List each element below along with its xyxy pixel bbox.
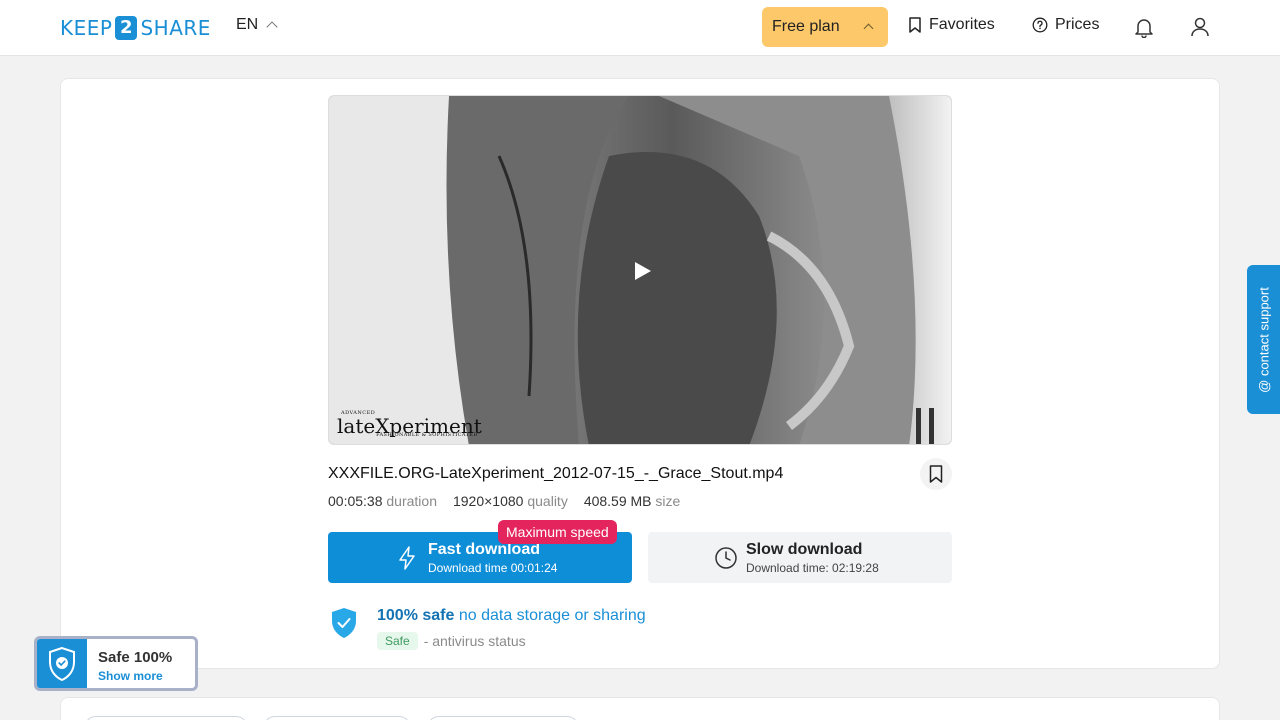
safe-status-badge: Safe bbox=[377, 632, 418, 650]
prices-label: Prices bbox=[1055, 16, 1100, 33]
site-logo[interactable]: KEEP 2 SHARE bbox=[60, 16, 211, 40]
favorites-link[interactable]: Favorites bbox=[908, 16, 995, 34]
clock-icon bbox=[715, 547, 737, 569]
notifications-button[interactable] bbox=[1131, 14, 1157, 40]
safety-title-bold: 100% safe bbox=[377, 607, 455, 624]
slow-download-button[interactable]: Slow download Download time: 02:19:28 bbox=[648, 532, 952, 583]
contact-support-tab[interactable]: @ contact support bbox=[1247, 265, 1280, 414]
language-selector[interactable]: EN bbox=[236, 16, 278, 34]
lightning-icon bbox=[399, 546, 415, 570]
top-header: KEEP 2 SHARE EN Free plan Favorites Prices bbox=[0, 0, 1280, 56]
plan-dropdown-button[interactable]: Free plan bbox=[762, 7, 888, 47]
safe-badge-widget[interactable]: Safe 100% Show more bbox=[34, 636, 198, 691]
favorites-label: Favorites bbox=[929, 16, 995, 33]
slow-download-title: Slow download bbox=[746, 541, 863, 558]
watermark-small: ADVANCED bbox=[341, 410, 376, 416]
user-icon bbox=[1191, 17, 1209, 37]
file-duration: 00:05:38 duration bbox=[328, 493, 437, 509]
help-circle-icon bbox=[1032, 17, 1048, 33]
tab-pill[interactable] bbox=[84, 716, 248, 720]
quality-value: 1920×1080 bbox=[452, 493, 524, 509]
logo-text-left: KEEP bbox=[60, 16, 113, 40]
duration-value: 00:05:38 bbox=[328, 493, 383, 509]
chevron-up-icon bbox=[863, 23, 874, 34]
language-label: EN bbox=[236, 16, 259, 33]
safety-title: 100% safe no data storage or sharing bbox=[377, 607, 646, 625]
duration-label: duration bbox=[386, 493, 437, 509]
bookmark-icon bbox=[929, 465, 943, 483]
antivirus-status: Safe - antivirus status bbox=[377, 632, 526, 650]
tab-pill[interactable] bbox=[263, 716, 411, 720]
safety-title-rest: no data storage or sharing bbox=[454, 607, 646, 624]
shield-check-icon bbox=[49, 646, 75, 681]
file-meta: 00:05:38 duration 1920×1080 quality 408.… bbox=[328, 493, 680, 509]
safety-shield bbox=[330, 607, 358, 644]
tab-pill[interactable] bbox=[427, 716, 579, 720]
size-label: size bbox=[655, 493, 681, 509]
contact-support-label: @ contact support bbox=[1256, 286, 1271, 393]
safe-badge-title: Safe 100% bbox=[98, 649, 173, 666]
safe-badge-icon-box bbox=[37, 639, 87, 688]
play-icon bbox=[635, 262, 651, 280]
fast-download-time: Download time 00:01:24 bbox=[428, 561, 558, 575]
bookmark-icon bbox=[909, 17, 921, 33]
chevron-up-icon bbox=[266, 21, 278, 33]
video-watermark: ADVANCED lateXperiment FASHIONABLE & SOP… bbox=[337, 410, 482, 438]
video-preview[interactable]: ADVANCED lateXperiment FASHIONABLE & SOP… bbox=[328, 95, 952, 445]
slow-download-time: Download time: 02:19:28 bbox=[746, 561, 879, 575]
logo-text-right: SHARE bbox=[140, 16, 211, 40]
logo-number-box: 2 bbox=[115, 16, 138, 40]
prices-link[interactable]: Prices bbox=[1032, 16, 1099, 34]
bell-icon bbox=[1135, 19, 1153, 38]
file-size: 408.59 MB size bbox=[584, 493, 681, 509]
show-more-link[interactable]: Show more bbox=[98, 669, 163, 683]
shield-check-icon bbox=[332, 608, 356, 638]
account-button[interactable] bbox=[1187, 14, 1213, 40]
file-quality: 1920×1080 quality bbox=[453, 493, 568, 509]
size-value: 408.59 MB bbox=[583, 493, 652, 509]
file-name: XXXFILE.ORG-LateXperiment_2012-07-15_-_G… bbox=[328, 465, 784, 482]
add-to-favorites-button[interactable] bbox=[920, 458, 952, 490]
antivirus-status-label: - antivirus status bbox=[423, 633, 526, 649]
maximum-speed-badge: Maximum speed bbox=[498, 520, 617, 544]
quality-label: quality bbox=[527, 493, 568, 509]
watermark-sub: FASHIONABLE & SOPHISTICATED bbox=[376, 432, 478, 438]
plan-label: Free plan bbox=[772, 18, 840, 35]
